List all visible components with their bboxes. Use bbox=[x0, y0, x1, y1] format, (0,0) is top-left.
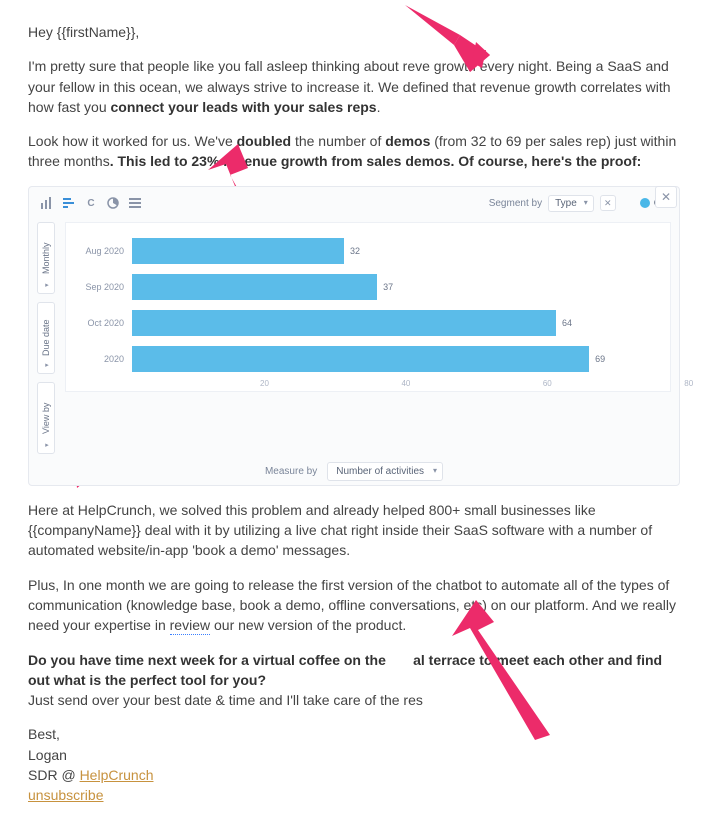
chart-bar-row: 2020 69 bbox=[74, 343, 662, 375]
bar-category-label: Sep 2020 bbox=[74, 282, 132, 292]
company-link[interactable]: HelpCrunch bbox=[80, 767, 154, 783]
bar-chart-icon[interactable] bbox=[41, 197, 53, 209]
text: our new version of the product. bbox=[210, 617, 406, 633]
email-paragraph-5: Do you have time next week for a virtual… bbox=[28, 650, 680, 711]
list-icon[interactable] bbox=[129, 197, 141, 209]
bold-text: doubled bbox=[237, 133, 291, 149]
pie-chart-icon[interactable] bbox=[107, 197, 119, 209]
bar-value-label: 64 bbox=[562, 318, 572, 328]
bar-value-label: 32 bbox=[350, 246, 360, 256]
segment-clear-button[interactable]: ✕ bbox=[600, 195, 616, 211]
chart-bar-row: Oct 2020 64 bbox=[74, 307, 662, 339]
text: Look how it worked for us. We've bbox=[28, 133, 237, 149]
obscured-text bbox=[390, 652, 413, 668]
x-axis-tick: 20 bbox=[260, 379, 269, 388]
email-paragraph-3: Here at HelpCrunch, we solved this probl… bbox=[28, 500, 680, 561]
bar-category-label: 2020 bbox=[74, 354, 132, 364]
chart-bar bbox=[132, 310, 556, 336]
spellcheck-word: review bbox=[170, 617, 210, 635]
bold-text: Do you have time next week for a virtual… bbox=[28, 652, 390, 668]
x-axis: 20406080 bbox=[74, 379, 662, 388]
chart-bar-row: Aug 2020 32 bbox=[74, 235, 662, 267]
bold-text: . This led to 23% revenue growth from sa… bbox=[110, 153, 642, 169]
email-paragraph-2: Look how it worked for us. We've doubled… bbox=[28, 131, 680, 172]
chart-bar bbox=[132, 346, 589, 372]
chart-container: ✕ C Segment by Type ✕ Call bbox=[28, 186, 680, 486]
measure-by-label: Measure by bbox=[265, 466, 317, 477]
email-greeting: Hey {{firstName}}, bbox=[28, 22, 680, 42]
bold-text: connect your leads with your sales reps bbox=[111, 99, 377, 115]
horizontal-bar-icon[interactable] bbox=[63, 197, 75, 209]
chart-bar bbox=[132, 274, 377, 300]
chart-bar-row: Sep 2020 37 bbox=[74, 271, 662, 303]
sender-name: Logan bbox=[28, 747, 67, 763]
text: I'm pretty sure that people like you fal… bbox=[28, 58, 430, 74]
email-paragraph-4: Plus, In one month we are going to relea… bbox=[28, 575, 680, 636]
bar-category-label: Oct 2020 bbox=[74, 318, 132, 328]
legend-dot-icon bbox=[640, 198, 650, 208]
table-icon[interactable]: C bbox=[85, 197, 97, 209]
close-chart-button[interactable]: ✕ bbox=[655, 186, 677, 208]
bar-value-label: 37 bbox=[383, 282, 393, 292]
sign-off: Best, bbox=[28, 726, 60, 742]
text: Just send over your best date & time and… bbox=[28, 692, 423, 708]
unsubscribe-link[interactable]: unsubscribe bbox=[28, 787, 104, 803]
email-paragraph-1: I'm pretty sure that people like you fal… bbox=[28, 56, 680, 117]
chart-bar bbox=[132, 238, 344, 264]
y-axis-control-due-date[interactable]: Due date bbox=[37, 302, 55, 374]
measure-by-select[interactable]: Number of activities bbox=[327, 462, 443, 481]
x-axis-tick: 80 bbox=[684, 379, 693, 388]
chart-toolbar: C Segment by Type ✕ Call bbox=[37, 195, 671, 212]
bar-category-label: Aug 2020 bbox=[74, 246, 132, 256]
y-axis-control-monthly[interactable]: Monthly bbox=[37, 222, 55, 294]
email-signature: Best, Logan SDR @ HelpCrunch unsubscribe bbox=[28, 724, 680, 805]
segment-by-label: Segment by bbox=[489, 198, 542, 209]
sender-role: SDR @ bbox=[28, 767, 80, 783]
text: the number of bbox=[291, 133, 385, 149]
segment-by-select[interactable]: Type bbox=[548, 195, 594, 212]
bold-text: demos bbox=[385, 133, 430, 149]
text: . bbox=[377, 99, 381, 115]
x-axis-tick: 40 bbox=[401, 379, 410, 388]
x-axis-tick: 60 bbox=[543, 379, 552, 388]
chart-plot-area: Aug 2020 32 Sep 2020 37 Oct 2020 64 2020 69 20 40… bbox=[65, 222, 671, 392]
y-axis-control-view-by[interactable]: View by bbox=[37, 382, 55, 454]
bar-value-label: 69 bbox=[595, 354, 605, 364]
